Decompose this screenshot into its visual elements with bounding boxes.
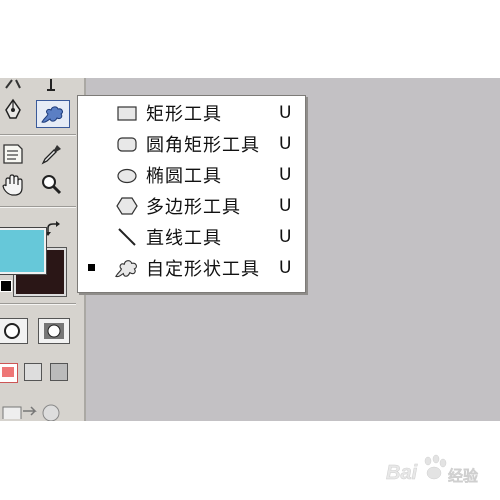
standard-screen-mode-icon[interactable] [0, 363, 18, 383]
eyedropper-tool-icon[interactable] [38, 142, 64, 166]
baidu-jingyan-watermark: Bai 经验 [382, 451, 492, 491]
menu-item-polygon-tool[interactable]: 多边形工具 U [78, 190, 305, 221]
svg-text:经验: 经验 [448, 467, 479, 485]
rounded-rectangle-icon [114, 132, 140, 156]
tool-partial-icon[interactable] [0, 72, 26, 96]
custom-shape-tool-button[interactable] [36, 100, 70, 128]
selected-check-icon [88, 263, 96, 272]
default-colors-icon[interactable] [0, 280, 12, 292]
menu-item-label: 多边形工具 [146, 196, 241, 218]
custom-shape-icon [114, 256, 140, 280]
jump-to-imageready-icon[interactable] [0, 398, 70, 422]
menu-item-shortcut: U [279, 195, 292, 216]
shape-tools-menu: 矩形工具 U 圆角矩形工具 U 椭圆工具 U 多边形工具 U 直线工具 U 自定… [77, 95, 306, 293]
menu-item-rectangle-tool[interactable]: 矩形工具 U [78, 97, 305, 128]
polygon-icon [114, 194, 140, 218]
quick-mask-mode-button[interactable] [38, 318, 70, 344]
quick-mask-icon [44, 323, 64, 339]
menu-item-rounded-rectangle-tool[interactable]: 圆角矩形工具 U [78, 128, 305, 159]
ellipse-icon [114, 163, 140, 187]
menu-item-label: 圆角矩形工具 [146, 134, 260, 156]
swap-colors-icon[interactable] [44, 220, 64, 240]
menu-item-shortcut: U [279, 226, 292, 247]
full-screen-menu-mode-icon[interactable] [24, 363, 42, 381]
foreground-color-swatch[interactable] [0, 227, 47, 275]
type-tool-icon[interactable] [38, 72, 64, 96]
menu-item-custom-shape-tool[interactable]: 自定形状工具 U [78, 252, 305, 283]
menu-item-label: 椭圆工具 [146, 165, 222, 187]
notes-tool-icon[interactable] [0, 142, 26, 166]
menu-item-shortcut: U [279, 102, 292, 123]
menu-item-label: 自定形状工具 [146, 258, 260, 280]
menu-item-shortcut: U [279, 164, 292, 185]
line-icon [114, 225, 140, 249]
hand-tool-icon[interactable] [0, 173, 26, 197]
menu-item-label: 矩形工具 [146, 103, 222, 125]
standard-mode-icon [4, 323, 20, 339]
svg-text:Bai: Bai [386, 462, 418, 484]
tools-panel [0, 78, 86, 421]
zoom-tool-icon[interactable] [38, 173, 64, 197]
standard-mode-button[interactable] [0, 318, 28, 344]
menu-item-line-tool[interactable]: 直线工具 U [78, 221, 305, 252]
pen-tool-icon[interactable] [0, 98, 26, 122]
menu-item-label: 直线工具 [146, 227, 222, 249]
full-screen-mode-icon[interactable] [50, 363, 68, 381]
menu-item-shortcut: U [279, 133, 292, 154]
rectangle-icon [114, 101, 140, 125]
menu-item-shortcut: U [279, 257, 292, 278]
menu-item-ellipse-tool[interactable]: 椭圆工具 U [78, 159, 305, 190]
custom-shape-icon [41, 106, 63, 123]
